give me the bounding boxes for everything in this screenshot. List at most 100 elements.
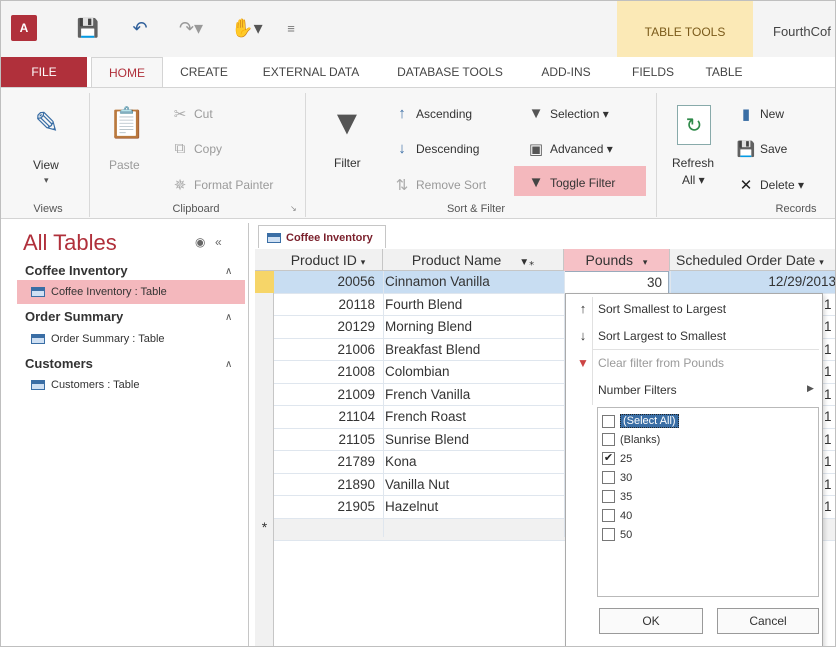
chevron-down-icon[interactable]: ▾	[643, 257, 648, 267]
cell-pounds[interactable]: 30	[564, 271, 669, 295]
cell-scheduled-order-date[interactable]: 1	[824, 406, 835, 428]
cell-scheduled-order-date[interactable]: 1	[824, 294, 835, 316]
tab-fields[interactable]: FIELDS	[623, 57, 683, 87]
column-header-product-name[interactable]: Product Name ▼⁎	[383, 249, 564, 271]
sort-largest-to-smallest-item[interactable]: Sort Largest to Smallest	[598, 329, 726, 343]
cell-product-id[interactable]: 21105	[274, 429, 381, 451]
cell-product-id[interactable]: 21009	[274, 384, 381, 406]
nav-pane-title[interactable]: All Tables	[23, 230, 117, 256]
cell-product-id[interactable]: 21104	[274, 406, 381, 428]
cell-product-name[interactable]: Morning Blend	[383, 316, 563, 338]
touch-mode-icon[interactable]: ✋▾	[227, 15, 267, 41]
chevron-down-icon[interactable]: ▾	[361, 257, 366, 267]
tab-table[interactable]: TABLE	[695, 57, 753, 87]
tab-home[interactable]: HOME	[91, 57, 163, 88]
cell-product-name[interactable]: Breakfast Blend	[383, 339, 563, 361]
cell-product-name[interactable]: Colombian	[383, 361, 563, 383]
checkbox-30[interactable]	[602, 471, 615, 484]
collapse-group-icon[interactable]: ∧	[225, 359, 232, 370]
refresh-all-button[interactable]: All ▾	[682, 173, 705, 187]
paste-icon[interactable]: 📋	[107, 101, 147, 145]
cell-product-name[interactable]: Kona	[383, 451, 563, 473]
save-record-button[interactable]: Save	[760, 142, 787, 156]
tab-external-data[interactable]: EXTERNAL DATA	[251, 57, 371, 87]
cell-product-id[interactable]: 21006	[274, 339, 381, 361]
tab-add-ins[interactable]: ADD-INS	[529, 57, 603, 87]
collapse-pane-icon[interactable]: «	[215, 235, 222, 249]
clear-filter-item[interactable]: Clear filter from Pounds	[598, 356, 724, 370]
checkbox-40[interactable]	[602, 509, 615, 522]
collapse-group-icon[interactable]: ∧	[225, 266, 232, 277]
column-header-product-id[interactable]: Product ID ▾	[274, 249, 383, 271]
number-filters-item[interactable]: Number Filters	[598, 383, 677, 397]
advanced-button[interactable]: Advanced ▾	[550, 142, 613, 156]
checkbox-50[interactable]	[602, 528, 615, 541]
nav-group-customers[interactable]: Customers	[25, 356, 93, 371]
toggle-filter-button[interactable]: Toggle Filter	[550, 176, 615, 190]
selection-button[interactable]: Selection ▾	[550, 107, 609, 121]
cut-button[interactable]: Cut	[194, 107, 213, 121]
filter-applied-icon[interactable]: ▼⁎	[519, 257, 534, 268]
ok-button[interactable]: OK	[599, 608, 703, 634]
cell-scheduled-order-date[interactable]: 12/29/2013	[670, 271, 835, 293]
chevron-down-icon[interactable]: ▾	[44, 175, 49, 186]
cell-scheduled-order-date[interactable]: 1	[824, 361, 835, 383]
filter-value-label[interactable]: 40	[620, 510, 632, 522]
view-button[interactable]: View	[33, 158, 59, 172]
column-header-scheduled-order-date[interactable]: Scheduled Order Date ▾	[670, 249, 835, 271]
filter-value-label[interactable]: (Blanks)	[620, 434, 660, 446]
tab-file[interactable]: FILE	[1, 57, 87, 87]
nav-item-order-summary[interactable]: Order Summary : Table	[51, 333, 165, 345]
cell-product-name[interactable]: Fourth Blend	[383, 294, 563, 316]
filter-value-label[interactable]: 25	[620, 453, 632, 465]
cell-scheduled-order-date[interactable]: 1	[824, 429, 835, 451]
checkbox-select-all[interactable]	[602, 414, 615, 428]
cell-product-name[interactable]: Sunrise Blend	[383, 429, 563, 451]
filter-value-label[interactable]: (Select All)	[620, 414, 679, 428]
cell-product-id[interactable]: 20118	[274, 294, 381, 316]
cell-product-name[interactable]: Cinnamon Vanilla	[383, 271, 563, 293]
cell-scheduled-order-date[interactable]: 1	[824, 496, 835, 518]
cell-scheduled-order-date[interactable]: 1	[824, 339, 835, 361]
nav-group-coffee-inventory[interactable]: Coffee Inventory	[25, 263, 128, 278]
document-tab[interactable]: Coffee Inventory	[258, 225, 386, 249]
cell-product-id[interactable]: 20056	[274, 271, 381, 293]
ascending-button[interactable]: Ascending	[416, 107, 472, 121]
tab-database-tools[interactable]: DATABASE TOOLS	[389, 57, 511, 87]
nav-item-customers[interactable]: Customers : Table	[51, 379, 139, 391]
column-header-pounds[interactable]: Pounds ▾	[564, 249, 670, 271]
filter-value-label[interactable]: 35	[620, 491, 632, 503]
filter-icon[interactable]: ▼	[323, 101, 371, 145]
cell-product-name[interactable]: Vanilla Nut	[383, 474, 563, 496]
nav-options-icon[interactable]: ◉	[195, 235, 205, 249]
delete-button[interactable]: Delete ▾	[760, 178, 804, 192]
customize-qat-icon[interactable]: ≡	[281, 15, 301, 41]
current-record-selector[interactable]	[255, 271, 274, 293]
checkbox-35[interactable]	[602, 490, 615, 503]
chevron-down-icon[interactable]: ▾	[819, 257, 824, 267]
cell-scheduled-order-date[interactable]: 1	[824, 384, 835, 406]
cancel-button[interactable]: Cancel	[717, 608, 819, 634]
cell-product-name[interactable]: French Roast	[383, 406, 563, 428]
checkbox-25[interactable]: ✔	[602, 452, 615, 465]
redo-icon[interactable]: ↷▾	[171, 15, 211, 41]
cell-product-id[interactable]: 20129	[274, 316, 381, 338]
cell-product-id[interactable]: 21008	[274, 361, 381, 383]
cell-product-id[interactable]: 21905	[274, 496, 381, 518]
nav-group-order-summary[interactable]: Order Summary	[25, 309, 123, 324]
save-icon[interactable]: 💾	[75, 15, 101, 41]
format-painter-button[interactable]: Format Painter	[194, 178, 273, 192]
paste-button[interactable]: Paste	[109, 158, 140, 172]
undo-icon[interactable]: ↶	[127, 15, 153, 41]
refresh-icon[interactable]: ↻	[677, 105, 711, 145]
view-icon[interactable]: ✎	[25, 101, 69, 145]
tab-create[interactable]: CREATE	[171, 57, 237, 87]
copy-button[interactable]: Copy	[194, 142, 222, 156]
new-record-button[interactable]: New	[760, 107, 784, 121]
dialog-launcher-icon[interactable]: ↘	[290, 204, 297, 213]
table-row[interactable]: 20056 Cinnamon Vanilla 30 12/29/2013	[274, 271, 835, 295]
sort-smallest-to-largest-item[interactable]: Sort Smallest to Largest	[598, 302, 726, 316]
new-record-marker[interactable]: *	[255, 517, 274, 537]
cell-product-name[interactable]: French Vanilla	[383, 384, 563, 406]
collapse-group-icon[interactable]: ∧	[225, 312, 232, 323]
